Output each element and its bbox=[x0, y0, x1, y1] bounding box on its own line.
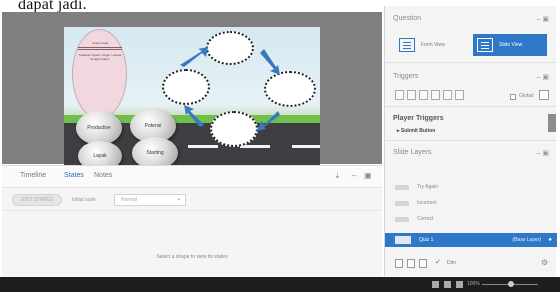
slide-stage[interactable]: Aturan Goal Tetapkan tujuan / target / s… bbox=[2, 12, 382, 169]
tab-timeline[interactable]: Timeline bbox=[20, 172, 46, 179]
zoom-level: 100% bbox=[467, 281, 480, 287]
divider bbox=[385, 140, 557, 141]
zoom-slider-handle[interactable] bbox=[508, 281, 514, 287]
global-label: Global bbox=[519, 93, 534, 99]
pin-icon[interactable]: ⇣ bbox=[334, 171, 341, 180]
edit-trigger-icon[interactable] bbox=[407, 90, 416, 100]
states-empty-message: Select a shape to view its states bbox=[156, 254, 228, 260]
normal-view-icon[interactable] bbox=[432, 281, 439, 288]
divider bbox=[385, 62, 557, 63]
duplicate-layer-icon[interactable] bbox=[407, 259, 415, 268]
app-window: dapat jadi. Aturan Goal Tetapkan tujuan … bbox=[0, 0, 560, 292]
story-view-icon[interactable] bbox=[444, 281, 451, 288]
timeline-tabs: Timeline States Notes ⇣ – ▣ bbox=[2, 166, 382, 188]
timeline-panel: Timeline States Notes ⇣ – ▣ EDIT STATES … bbox=[2, 165, 382, 277]
layer-thumbnail bbox=[395, 200, 409, 206]
sphere-productive-label: Productive bbox=[87, 125, 111, 131]
eye-icon[interactable]: ● bbox=[548, 237, 552, 243]
tab-states[interactable]: States bbox=[64, 172, 84, 179]
arrow-up-right bbox=[180, 47, 208, 67]
filter-icon[interactable] bbox=[456, 281, 463, 288]
submit-button-trigger[interactable]: ▸ Submit Button bbox=[397, 128, 435, 134]
question-header: Question – ▣ bbox=[385, 10, 557, 28]
layer-thumbnail bbox=[395, 236, 411, 244]
tab-notes[interactable]: Notes bbox=[94, 172, 112, 179]
dim-label: Dim bbox=[447, 260, 456, 266]
triggers-header: Triggers – ▣ bbox=[385, 68, 557, 86]
check-icon[interactable]: ✓ bbox=[435, 258, 441, 266]
slide-canvas[interactable]: Aturan Goal Tetapkan tujuan / target / s… bbox=[64, 27, 320, 169]
form-view-button[interactable]: Form View bbox=[395, 34, 467, 56]
initial-state-value: Normal bbox=[121, 197, 138, 203]
arrow-down-left bbox=[256, 111, 280, 131]
triggers-title: Triggers bbox=[393, 73, 419, 80]
submit-button-trigger-label: Submit Button bbox=[400, 128, 436, 134]
initial-state-label: Initial state: bbox=[72, 197, 98, 203]
states-toolbar: EDIT STATES Initial state: Normal ▾ bbox=[2, 189, 382, 211]
global-checkbox[interactable] bbox=[510, 94, 516, 100]
layer-thumbnail bbox=[395, 216, 409, 222]
layers-panel-controls-icon[interactable]: – ▣ bbox=[537, 149, 549, 157]
layer-try-again[interactable]: Try Again bbox=[395, 180, 555, 194]
layer-label: Incorrect bbox=[417, 200, 437, 206]
triggers-panel-controls-icon[interactable]: – ▣ bbox=[537, 73, 549, 81]
edit-states-button[interactable]: EDIT STATES bbox=[12, 194, 62, 206]
move-trigger-icon[interactable] bbox=[455, 90, 464, 100]
layer-thumbnail bbox=[395, 184, 409, 190]
delete-layer-icon[interactable] bbox=[419, 259, 427, 268]
slide-layers-header: Slide Layers – ▣ bbox=[385, 144, 557, 162]
sphere-productive[interactable]: Productive bbox=[76, 111, 122, 145]
sphere-potensi-label: Potensi bbox=[144, 123, 162, 129]
layer-base-selected[interactable]: Quiz 1 (Base Layer) ● bbox=[385, 233, 557, 247]
question-panel-controls-icon[interactable]: – ▣ bbox=[537, 15, 549, 23]
status-bar: 100% bbox=[0, 277, 560, 292]
slide-layers-title: Slide Layers bbox=[393, 149, 432, 156]
layer-incorrect[interactable]: Incorrect bbox=[395, 196, 555, 210]
minimize-icon[interactable]: – bbox=[352, 171, 356, 180]
layer-label: Quiz 1 bbox=[419, 237, 434, 243]
question-title: Question bbox=[393, 15, 422, 22]
gear-icon[interactable]: ⚙ bbox=[541, 258, 548, 267]
delete-trigger-icon[interactable] bbox=[443, 90, 452, 100]
paste-trigger-icon[interactable] bbox=[431, 90, 440, 100]
initial-state-select[interactable]: Normal ▾ bbox=[114, 194, 186, 206]
layer-label: Try Again bbox=[417, 184, 438, 190]
new-trigger-icon[interactable] bbox=[395, 90, 404, 100]
slide-view-icon bbox=[477, 38, 493, 52]
slide-view-button[interactable]: Slide View bbox=[473, 34, 547, 56]
slide-view-label: Slide View bbox=[499, 42, 523, 48]
right-panel: Question – ▣ Form View Slide View Trigge… bbox=[384, 6, 557, 276]
new-layer-icon[interactable] bbox=[395, 259, 403, 268]
variables-icon[interactable] bbox=[539, 90, 549, 100]
player-triggers-title: Player Triggers bbox=[393, 115, 444, 122]
base-layer-tag: (Base Layer) bbox=[512, 237, 541, 243]
chevron-down-icon: ▾ bbox=[177, 197, 180, 203]
layer-correct[interactable]: Correct bbox=[395, 212, 555, 226]
divider bbox=[385, 106, 557, 107]
sphere-layak-label: Layak bbox=[93, 153, 107, 159]
form-view-icon bbox=[399, 38, 415, 52]
sphere-starting-label: Starting bbox=[146, 150, 164, 156]
arrow-down-right bbox=[260, 49, 280, 75]
player-triggers-header: Player Triggers bbox=[385, 110, 557, 128]
arrow-up-left bbox=[184, 105, 204, 127]
layer-label: Correct bbox=[417, 216, 434, 222]
copy-trigger-icon[interactable] bbox=[419, 90, 428, 100]
form-view-label: Form View bbox=[421, 42, 445, 48]
popout-icon[interactable]: ▣ bbox=[364, 171, 372, 180]
scrollbar[interactable] bbox=[548, 114, 556, 132]
